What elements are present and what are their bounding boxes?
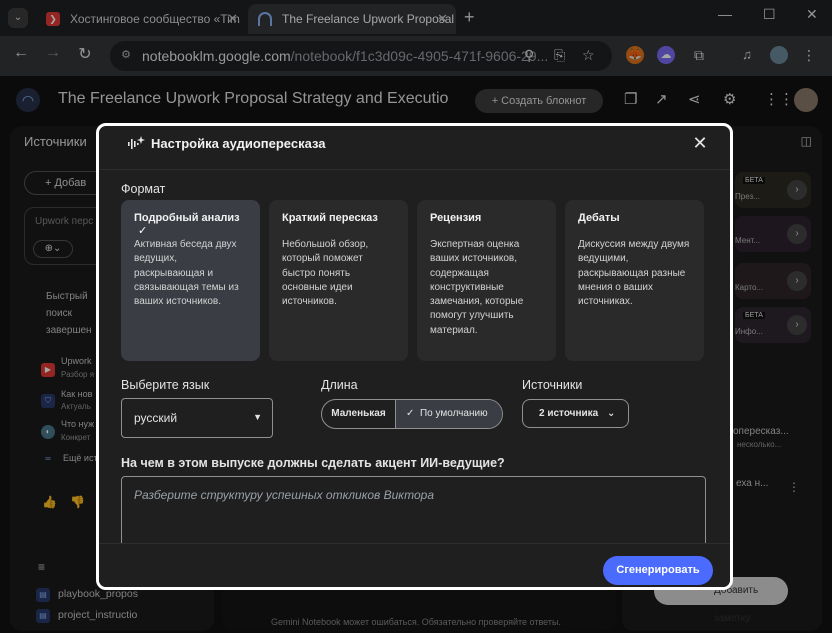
format-description: Дискуссия между двумя ведущими, раскрыва… — [578, 239, 690, 308]
dropdown-arrow-icon: ▼ — [253, 412, 262, 422]
dialog-title: Настройка аудиопересказа — [151, 136, 326, 151]
audio-sparkle-icon — [128, 136, 145, 149]
format-option-critique[interactable]: Рецензия Экспертная оценка ваших источни… — [417, 200, 556, 361]
language-select[interactable]: русский ▼ — [121, 398, 273, 438]
format-title: Рецензия — [430, 212, 482, 224]
format-description: Активная беседа двух ведущих, раскрывающ… — [134, 239, 239, 308]
check-icon: ✓ — [138, 225, 148, 237]
dialog-footer: Сгенерировать — [99, 543, 730, 587]
format-description: Небольшой обзор, который поможет быстро … — [282, 239, 369, 308]
focus-question: На чем в этом выпуске должны сделать акц… — [121, 456, 505, 470]
format-option-deep-dive[interactable]: Подробный анализ✓ Активная беседа двух в… — [121, 200, 260, 361]
audio-overview-dialog: Настройка аудиопересказа ✕ Формат Подроб… — [96, 123, 733, 590]
length-short-option[interactable]: Маленькая — [322, 400, 395, 428]
length-label: Длина — [321, 378, 358, 392]
close-icon[interactable]: ✕ — [690, 133, 710, 154]
generate-button[interactable]: Сгенерировать — [603, 556, 713, 585]
format-title: Подробный анализ✓ — [134, 212, 240, 237]
check-icon: ✓ — [406, 408, 420, 419]
length-segmented-control: Маленькая ✓ По умолчанию — [321, 399, 503, 429]
language-value: русский — [134, 411, 178, 425]
format-option-brief[interactable]: Краткий пересказ Небольшой обзор, которы… — [269, 200, 408, 361]
format-title: Краткий пересказ — [282, 212, 378, 224]
format-description: Экспертная оценка ваших источников, соде… — [430, 239, 524, 336]
sources-label: Источники — [522, 378, 583, 392]
format-label: Формат — [121, 182, 166, 196]
dialog-header: Настройка аудиопересказа ✕ — [99, 126, 730, 170]
sources-dropdown-button[interactable]: 2 источника ⌄ — [522, 399, 629, 428]
format-title: Дебаты — [578, 212, 620, 224]
length-default-option[interactable]: ✓ По умолчанию — [395, 400, 502, 428]
language-label: Выберите язык — [121, 378, 210, 392]
format-option-debate[interactable]: Дебаты Дискуссия между двумя ведущими, р… — [565, 200, 704, 361]
chevron-down-icon: ⌄ — [607, 408, 616, 419]
